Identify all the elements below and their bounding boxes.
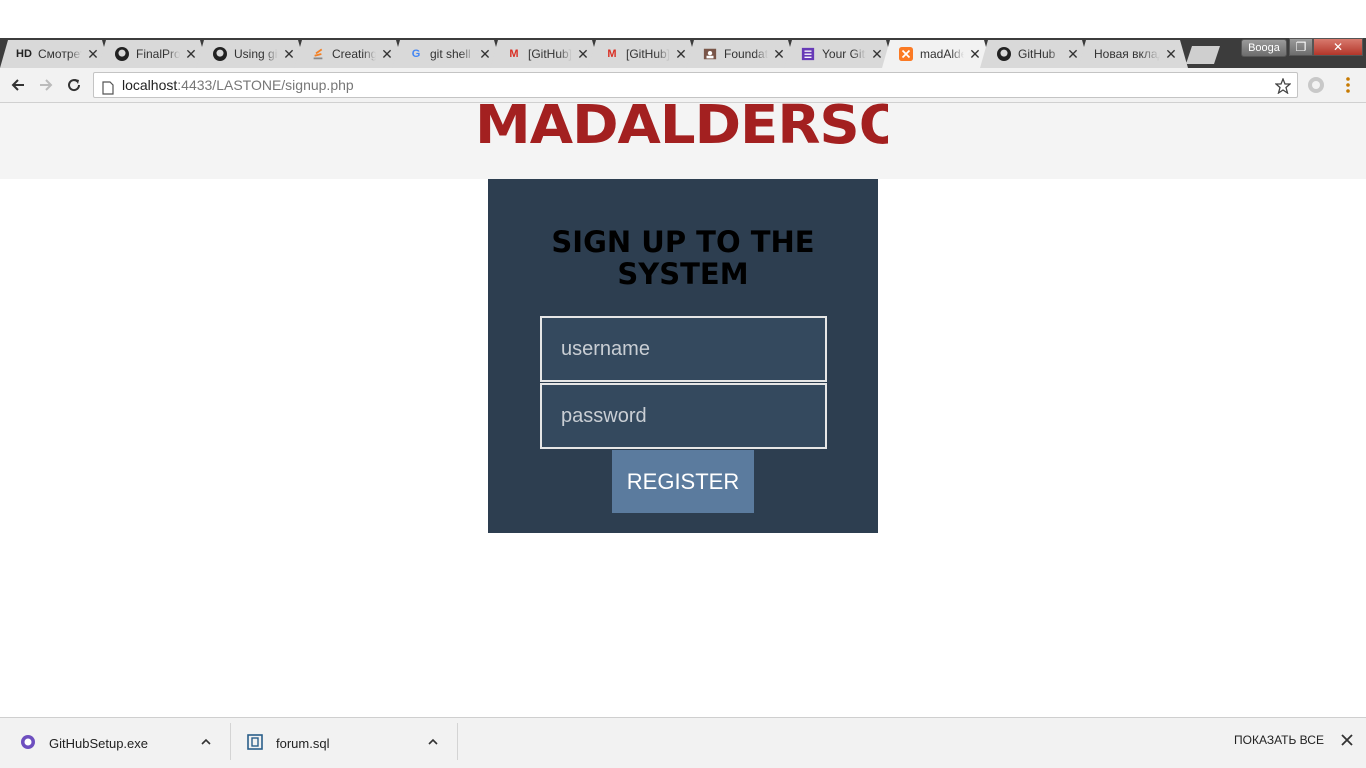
tab-10-active[interactable]: madAlderson ✕ [882, 40, 992, 68]
url-host: localhost [122, 77, 178, 93]
profile-button[interactable]: Booga [1241, 39, 1287, 57]
tab-4[interactable]: Creating ✕ [294, 40, 404, 68]
register-button[interactable]: REGISTER [612, 450, 754, 513]
close-tab-icon[interactable]: ✕ [86, 46, 100, 63]
github-icon [996, 46, 1012, 62]
download-item-name[interactable]: GitHubSetup.exe [49, 736, 148, 751]
tab-11[interactable]: GitHub ✕ [980, 40, 1090, 68]
tab-2[interactable]: FinalProject ✕ [98, 40, 208, 68]
download-item-name[interactable]: forum.sql [276, 736, 329, 751]
close-tab-icon[interactable]: ✕ [576, 46, 590, 63]
tab-title: madAlderson [920, 47, 961, 61]
address-bar[interactable]: localhost:4433/LASTONE/signup.php [93, 72, 1298, 98]
window-titlebar [0, 0, 1366, 38]
site-logo[interactable]: MADALDERSON [475, 102, 888, 150]
close-tab-icon[interactable]: ✕ [184, 46, 198, 63]
download-separator [457, 723, 458, 760]
github-icon [212, 46, 228, 62]
tab-3[interactable]: Using git ✕ [196, 40, 306, 68]
github-icon [114, 46, 130, 62]
xampp-icon [898, 46, 914, 62]
tab-title: FinalProject [136, 47, 180, 61]
tab-title: Creating [332, 47, 376, 61]
close-window-button[interactable]: ✕ [1313, 38, 1363, 56]
gmail-icon: M [509, 48, 519, 60]
tab-title: Foundation [724, 47, 768, 61]
tab-title: Your GitHub [822, 47, 865, 61]
bookmark-star-icon[interactable] [1274, 77, 1292, 101]
username-input[interactable]: username [540, 316, 827, 382]
browser-menu-icon[interactable] [1340, 75, 1356, 100]
show-all-downloads-link[interactable]: ПОКАЗАТЬ ВСЕ [1234, 733, 1324, 747]
back-button[interactable] [8, 75, 28, 95]
forward-arrow-icon [40, 79, 53, 91]
page-info-icon[interactable] [102, 78, 114, 102]
chevron-up-icon[interactable] [427, 735, 439, 753]
tab-1[interactable]: HD Смотреть ✕ [0, 40, 110, 68]
tab-9[interactable]: Your GitHub ✕ [784, 40, 894, 68]
close-tab-icon[interactable]: ✕ [968, 46, 982, 63]
close-tab-icon[interactable]: ✕ [772, 46, 786, 63]
tab-title: [GitHub] [626, 47, 670, 61]
password-input[interactable]: password [540, 383, 827, 449]
close-downloads-icon[interactable] [1340, 733, 1354, 752]
github-setup-file-icon [20, 734, 36, 755]
forward-button[interactable] [36, 75, 56, 95]
contact-icon [702, 46, 718, 62]
hd-icon: HD [16, 48, 32, 60]
tab-title: GitHub [1018, 47, 1056, 61]
close-tab-icon[interactable]: ✕ [870, 46, 884, 63]
url-text: localhost:4433/LASTONE/signup.php [122, 73, 354, 97]
close-tab-icon[interactable]: ✕ [380, 46, 394, 63]
tab-title: git shell [430, 47, 471, 61]
tab-7[interactable]: M [GitHub] ✕ [588, 40, 698, 68]
close-tab-icon[interactable]: ✕ [282, 46, 296, 63]
url-path: :4433/LASTONE/signup.php [177, 77, 354, 93]
reload-icon [68, 79, 81, 92]
tab-title: Новая вкладка [1094, 47, 1158, 61]
google-icon: G [411, 48, 421, 60]
tab-5[interactable]: G git shell ✕ [392, 40, 502, 68]
download-separator [230, 723, 231, 760]
form-icon [800, 46, 816, 62]
tab-title: Using git [234, 47, 278, 61]
gmail-icon: M [607, 48, 617, 60]
close-tab-icon[interactable]: ✕ [1164, 46, 1178, 63]
tab-title: [GitHub] [528, 47, 572, 61]
tab-12[interactable]: Новая вкладка ✕ [1078, 40, 1188, 68]
sql-file-icon [247, 734, 263, 755]
chevron-up-icon[interactable] [200, 735, 212, 753]
restore-window-button[interactable]: ❐ [1289, 38, 1313, 56]
tab-8[interactable]: Foundation ✕ [686, 40, 796, 68]
extension-icon[interactable] [1306, 75, 1326, 100]
tab-6[interactable]: M [GitHub] ✕ [490, 40, 600, 68]
close-tab-icon[interactable]: ✕ [1066, 46, 1080, 63]
stackoverflow-icon [310, 46, 326, 62]
reload-button[interactable] [64, 75, 84, 95]
back-arrow-icon [11, 79, 24, 91]
tab-title: Смотреть [38, 47, 80, 61]
form-title: SIGN UP TO THE SYSTEM [551, 225, 815, 291]
close-tab-icon[interactable]: ✕ [478, 46, 492, 63]
close-tab-icon[interactable]: ✕ [674, 46, 688, 63]
